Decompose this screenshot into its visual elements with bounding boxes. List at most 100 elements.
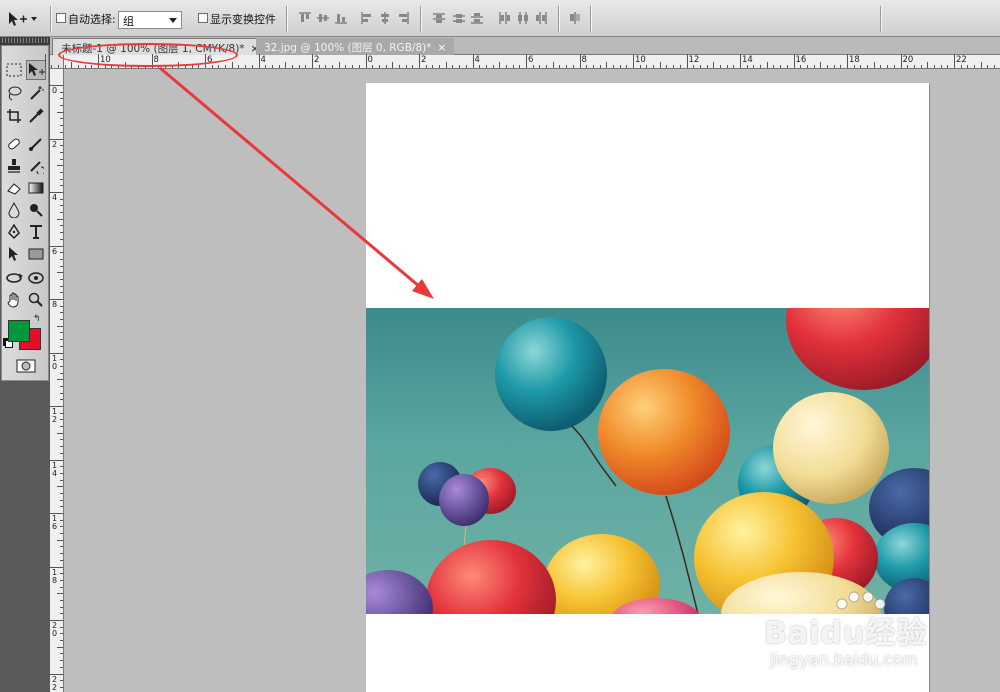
ruler-tick <box>606 62 608 68</box>
clone-stamp-tool[interactable] <box>4 156 24 176</box>
ruler-tick <box>57 379 63 381</box>
ruler-tick <box>318 65 320 68</box>
marquee-tool[interactable] <box>4 60 24 80</box>
ruler-tick <box>780 65 782 68</box>
ruler-tick <box>218 65 220 68</box>
ruler-tick <box>60 573 63 575</box>
3d-rotate-tool[interactable] <box>4 268 24 288</box>
auto-align-layers-icon[interactable] <box>568 11 582 25</box>
ruler-tick <box>666 65 668 68</box>
healing-tool[interactable] <box>4 134 24 154</box>
ruler-tick <box>352 65 354 68</box>
ruler-tick <box>512 65 514 68</box>
ruler-tick <box>60 526 63 528</box>
distribute-top-icon[interactable] <box>432 11 446 25</box>
eyedropper-tool[interactable] <box>26 106 46 126</box>
ruler-tick <box>713 62 715 68</box>
dodge-tool[interactable] <box>26 200 46 220</box>
ruler-tick <box>60 586 63 588</box>
pen-tool[interactable] <box>4 222 24 242</box>
distribute-hcenter-icon[interactable] <box>516 11 530 25</box>
close-icon[interactable]: × <box>437 42 446 54</box>
ruler-tick <box>57 218 63 220</box>
ruler-tick <box>298 65 300 68</box>
3d-orbit-tool[interactable] <box>26 268 46 288</box>
history-brush-tool[interactable] <box>26 156 46 176</box>
lasso-tool[interactable] <box>4 83 24 103</box>
ruler-tick <box>392 62 394 68</box>
ruler-tick <box>653 65 655 68</box>
ruler-tick <box>960 65 962 68</box>
ruler-tick <box>60 292 63 294</box>
eraser-tool[interactable] <box>4 178 24 198</box>
path-select-tool[interactable] <box>4 244 24 264</box>
shape-tool[interactable] <box>26 244 46 264</box>
ruler-tick <box>773 65 775 68</box>
ruler-tick <box>60 145 63 147</box>
watermark-brand: Baidu经验 <box>764 616 928 651</box>
ruler-tick <box>64 65 66 68</box>
tab-document-2[interactable]: 32.jpg @ 100% (图层 0, RGB/8)* × <box>256 38 455 55</box>
vertical-ruler[interactable]: 0 2 4 6 8 1 0 1 2 1 4 1 6 1 8 2 0 2 2 <box>49 69 64 692</box>
ruler-tick <box>760 65 762 68</box>
ruler-tick <box>806 65 808 68</box>
ruler-tick <box>60 666 63 668</box>
distribute-left-icon[interactable] <box>498 11 512 25</box>
ruler-tick <box>519 65 521 68</box>
foreground-color-swatch[interactable] <box>8 320 30 342</box>
ruler-tick <box>372 65 374 68</box>
ruler-label: 12 <box>688 55 700 65</box>
ruler-tick <box>60 399 63 401</box>
toolbox-header[interactable] <box>0 37 50 45</box>
ruler-label: 20 <box>902 55 914 65</box>
ruler-tick <box>57 65 59 68</box>
tool-preset-picker[interactable] <box>6 8 44 30</box>
ruler-tick <box>887 65 889 68</box>
align-right-icon[interactable] <box>396 11 410 25</box>
ruler-tick <box>572 65 574 68</box>
distribute-bottom-icon[interactable] <box>470 11 484 25</box>
auto-select-dropdown[interactable]: 组 <box>118 11 182 29</box>
balloons-photo-layer[interactable] <box>366 308 929 614</box>
brush-tool[interactable] <box>26 134 46 154</box>
ruler-tick <box>398 65 400 68</box>
ruler-label: 22 <box>956 55 967 65</box>
show-transform-checkbox[interactable] <box>198 13 208 23</box>
ruler-label: 0 <box>367 55 373 65</box>
hand-tool[interactable] <box>4 290 24 310</box>
ruler-tick <box>60 252 63 254</box>
ruler-tick <box>746 65 748 68</box>
ruler-label: 6 <box>51 246 58 256</box>
crop-tool[interactable] <box>4 106 24 126</box>
align-bottom-icon[interactable] <box>334 11 348 25</box>
distribute-vcenter-icon[interactable] <box>452 11 466 25</box>
swap-colors-icon[interactable]: ↰ <box>33 314 43 323</box>
ruler-tick <box>291 65 293 68</box>
align-vcenter-icon[interactable] <box>316 11 330 25</box>
zoom-tool[interactable] <box>26 290 46 310</box>
gradient-tool[interactable] <box>26 178 46 198</box>
ruler-tick <box>659 62 661 68</box>
ruler-tick <box>619 65 621 68</box>
auto-select-checkbox[interactable] <box>56 13 66 23</box>
ruler-tick <box>733 65 735 68</box>
blur-tool[interactable] <box>4 200 24 220</box>
ruler-tick <box>813 65 815 68</box>
quick-mask-button[interactable] <box>15 358 37 374</box>
align-hcenter-icon[interactable] <box>378 11 392 25</box>
magic-wand-tool[interactable] <box>26 83 46 103</box>
ruler-tick <box>612 65 614 68</box>
distribute-right-icon[interactable] <box>534 11 548 25</box>
align-left-icon[interactable] <box>360 11 374 25</box>
ruler-tick <box>499 62 501 68</box>
ruler-tick <box>345 65 347 68</box>
align-top-icon[interactable] <box>298 11 312 25</box>
pen-icon <box>8 224 20 240</box>
move-tool[interactable] <box>26 60 46 80</box>
ruler-tick <box>60 519 63 521</box>
ruler-tick <box>211 65 213 68</box>
ruler-tick <box>893 65 895 68</box>
ruler-tick <box>60 232 63 234</box>
type-tool[interactable] <box>26 222 46 242</box>
watermark-url: jingyan.baidu.com <box>770 650 918 669</box>
